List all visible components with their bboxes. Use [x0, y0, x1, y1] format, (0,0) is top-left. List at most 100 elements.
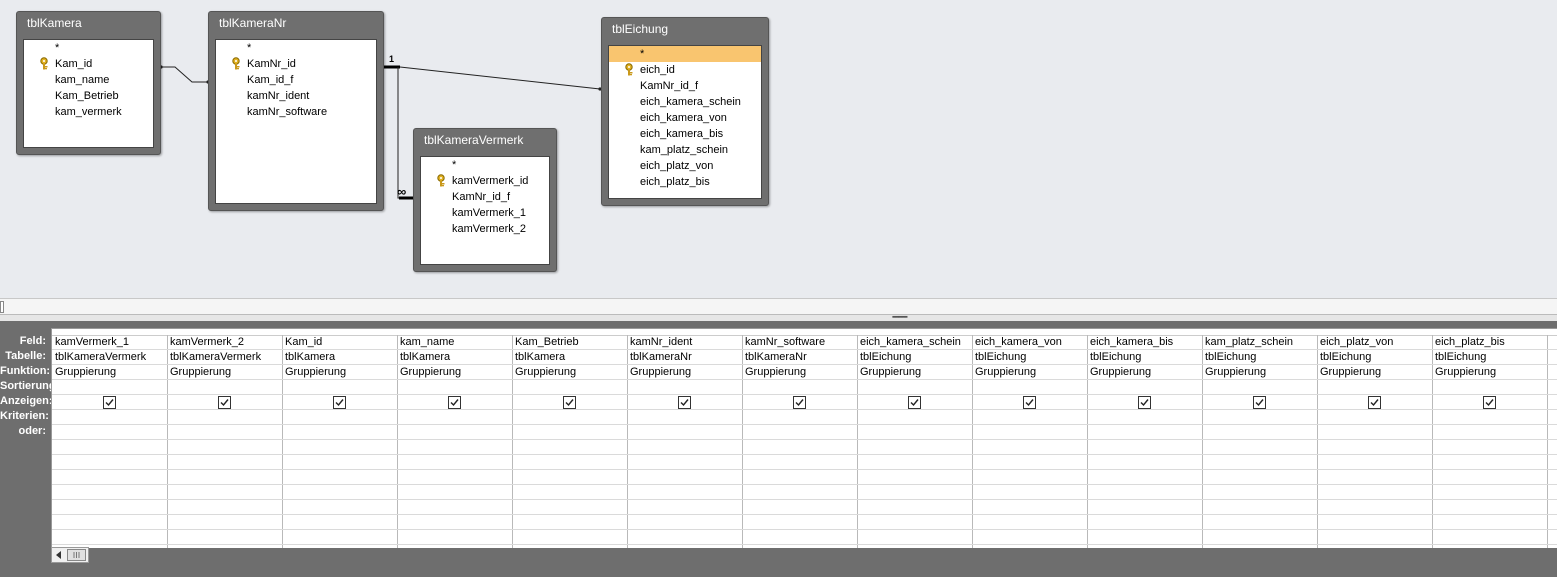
table-field-list[interactable]: * Kam_id kam_name Kam_Betrieb kam_vermerk — [23, 39, 154, 148]
cell-empty[interactable] — [167, 455, 282, 470]
grid-column[interactable]: kamVermerk_1 tblKameraVermerk Gruppierung — [52, 335, 168, 548]
table-title[interactable]: tblKameraNr — [219, 16, 286, 30]
grid-column[interactable]: kam_platz_schein tblEichung Gruppierung — [1202, 335, 1318, 548]
cell-show[interactable] — [1547, 395, 1557, 410]
cell-empty[interactable] — [857, 500, 972, 515]
show-checkbox[interactable] — [218, 395, 231, 409]
cell-empty[interactable] — [512, 470, 627, 485]
cell-empty[interactable] — [1087, 485, 1202, 500]
cell-criteria[interactable] — [167, 410, 282, 425]
cell-empty[interactable] — [512, 500, 627, 515]
cell-empty[interactable] — [167, 515, 282, 530]
field-all-star[interactable]: * — [421, 157, 549, 173]
cell-empty[interactable] — [1202, 500, 1317, 515]
cell-field[interactable]: eich_platz_bis — [1432, 335, 1547, 350]
cell-empty[interactable] — [972, 500, 1087, 515]
cell-function[interactable] — [1547, 365, 1557, 380]
cell-show[interactable] — [397, 395, 512, 410]
cell-empty[interactable] — [1432, 470, 1547, 485]
cell-show[interactable] — [52, 395, 167, 410]
cell-table[interactable]: tblKameraVermerk — [52, 350, 167, 365]
table-box-tblKameraVermerk[interactable]: tblKameraVermerk * kamVermerk_id KamNr_id_… — [413, 128, 557, 272]
cell-empty[interactable] — [1317, 470, 1432, 485]
cell-empty[interactable] — [1547, 440, 1557, 455]
cell-function[interactable]: Gruppierung — [167, 365, 282, 380]
cell-empty[interactable] — [857, 515, 972, 530]
cell-empty[interactable] — [627, 455, 742, 470]
cell-empty[interactable] — [972, 440, 1087, 455]
cell-empty[interactable] — [742, 470, 857, 485]
cell-empty[interactable] — [512, 455, 627, 470]
cell-criteria[interactable] — [1432, 410, 1547, 425]
field-item[interactable]: eich_kamera_schein — [609, 94, 761, 110]
cell-empty[interactable] — [1432, 485, 1547, 500]
show-checkbox[interactable] — [1023, 395, 1036, 409]
cell-empty[interactable] — [282, 470, 397, 485]
cell-empty[interactable] — [52, 470, 167, 485]
cell-function[interactable]: Gruppierung — [857, 365, 972, 380]
cell-field[interactable]: Kam_Betrieb — [512, 335, 627, 350]
table-box-tblKamera[interactable]: tblKamera * Kam_id kam_name Kam_Betrieb kam_… — [16, 11, 161, 155]
cell-or[interactable] — [857, 425, 972, 440]
cell-empty[interactable] — [857, 485, 972, 500]
cell-empty[interactable] — [167, 470, 282, 485]
cell-function[interactable]: Gruppierung — [742, 365, 857, 380]
cell-empty[interactable] — [1202, 485, 1317, 500]
cell-empty[interactable] — [282, 530, 397, 545]
cell-empty[interactable] — [397, 485, 512, 500]
cell-table[interactable]: tblEichung — [1202, 350, 1317, 365]
cell-empty[interactable] — [1432, 440, 1547, 455]
cell-table[interactable]: tblEichung — [1317, 350, 1432, 365]
cell-or[interactable] — [1547, 425, 1557, 440]
cell-criteria[interactable] — [1202, 410, 1317, 425]
cell-empty[interactable] — [1087, 515, 1202, 530]
grid-column[interactable]: kamNr_ident tblKameraNr Gruppierung — [627, 335, 743, 548]
cell-show[interactable] — [627, 395, 742, 410]
cell-empty[interactable] — [742, 455, 857, 470]
table-field-list[interactable]: * KamNr_id Kam_id_f kamNr_ident kamNr_softwa… — [215, 39, 377, 204]
field-item[interactable]: kamVermerk_id — [421, 173, 549, 189]
field-item[interactable]: kam_platz_schein — [609, 142, 761, 158]
field-item[interactable]: Kam_Betrieb — [24, 88, 153, 104]
cell-empty[interactable] — [282, 440, 397, 455]
cell-function[interactable]: Gruppierung — [1432, 365, 1547, 380]
cell-empty[interactable] — [52, 455, 167, 470]
cell-or[interactable] — [1317, 425, 1432, 440]
cell-empty[interactable] — [167, 500, 282, 515]
show-checkbox[interactable] — [678, 395, 691, 409]
field-item[interactable]: kam_name — [24, 72, 153, 88]
table-field-list[interactable]: * kamVermerk_id KamNr_id_f kamVermerk_1 kamV… — [420, 156, 550, 265]
cell-table[interactable]: tblKameraVermerk — [167, 350, 282, 365]
show-checkbox[interactable] — [908, 395, 921, 409]
cell-empty[interactable] — [1087, 500, 1202, 515]
cell-empty[interactable] — [282, 515, 397, 530]
cell-field[interactable]: kamNr_ident — [627, 335, 742, 350]
cell-show[interactable] — [1432, 395, 1547, 410]
cell-empty[interactable] — [1432, 500, 1547, 515]
cell-or[interactable] — [742, 425, 857, 440]
cell-sort[interactable] — [397, 380, 512, 395]
cell-sort[interactable] — [627, 380, 742, 395]
cell-table[interactable]: tblEichung — [1087, 350, 1202, 365]
cell-table[interactable]: tblKameraNr — [627, 350, 742, 365]
cell-empty[interactable] — [1547, 455, 1557, 470]
cell-criteria[interactable] — [857, 410, 972, 425]
field-item[interactable]: Kam_id_f — [216, 72, 376, 88]
cell-show[interactable] — [1202, 395, 1317, 410]
grid-column[interactable]: eich_kamera_bis tblEichung Gruppierung — [1087, 335, 1203, 548]
cell-empty[interactable] — [282, 455, 397, 470]
cell-empty[interactable] — [167, 485, 282, 500]
cell-empty[interactable] — [972, 515, 1087, 530]
cell-criteria[interactable] — [742, 410, 857, 425]
grid-column[interactable] — [1547, 335, 1557, 548]
field-all-star[interactable]: * — [24, 40, 153, 56]
field-item[interactable]: kamVermerk_1 — [421, 205, 549, 221]
field-item[interactable]: KamNr_id_f — [609, 78, 761, 94]
cell-sort[interactable] — [1317, 380, 1432, 395]
cell-table[interactable]: tblKamera — [282, 350, 397, 365]
cell-empty[interactable] — [512, 515, 627, 530]
cell-empty[interactable] — [972, 470, 1087, 485]
cell-empty[interactable] — [742, 500, 857, 515]
cell-show[interactable] — [512, 395, 627, 410]
cell-empty[interactable] — [627, 530, 742, 545]
